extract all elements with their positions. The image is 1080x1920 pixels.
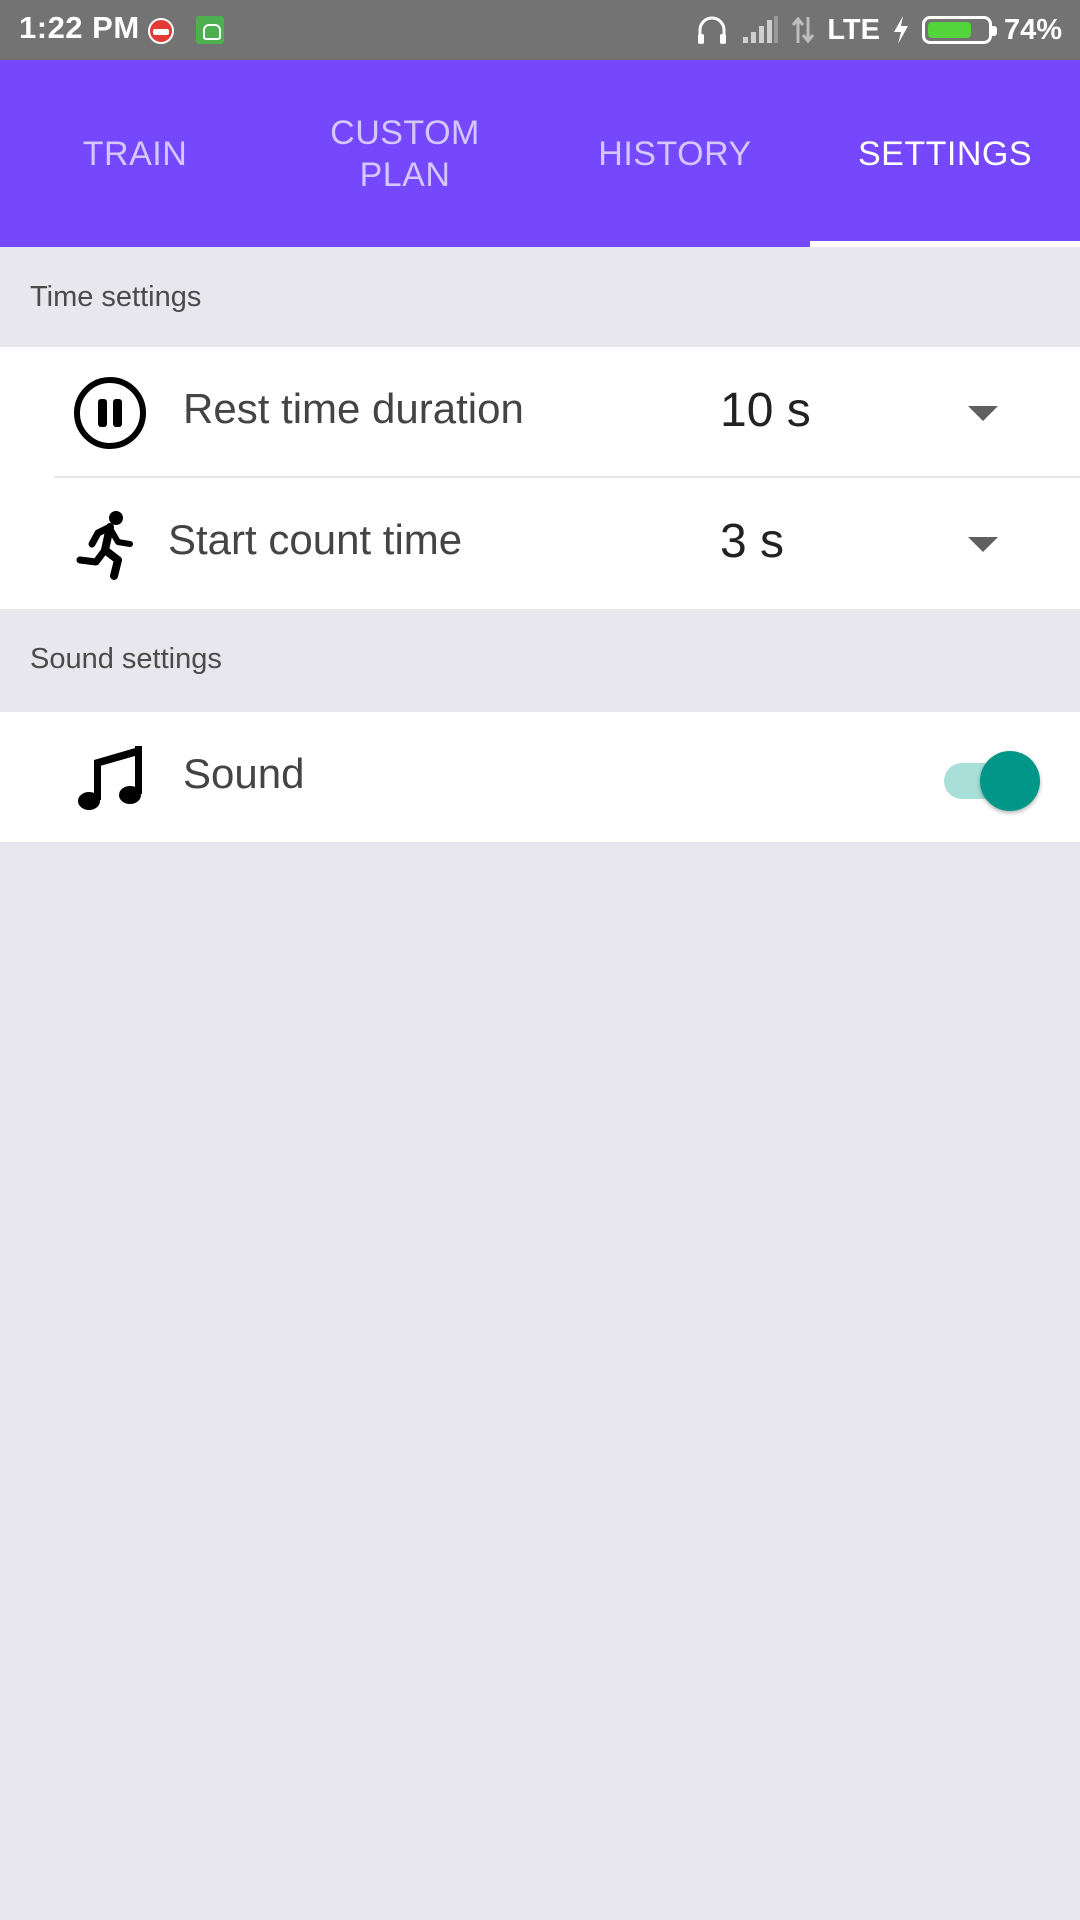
sound-toggle[interactable] xyxy=(942,748,1040,811)
data-arrows-icon xyxy=(792,16,815,44)
network-type: LTE xyxy=(827,13,880,46)
tab-custom-plan[interactable]: CUSTOM PLAN xyxy=(270,60,540,247)
time-settings-card: Rest time duration 10 s Start count time… xyxy=(0,347,1080,609)
section-title-sound: Sound settings xyxy=(30,642,222,675)
tab-bar: TRAIN CUSTOM PLAN HISTORY SETTINGS xyxy=(0,60,1080,247)
sound-settings-card: Sound xyxy=(0,712,1080,842)
headphones-icon xyxy=(698,16,727,44)
section-title-time: Time settings xyxy=(30,280,202,313)
pause-circle-icon xyxy=(74,377,146,449)
running-person-icon xyxy=(76,511,133,580)
sound-label: Sound xyxy=(183,750,305,797)
start-count-label: Start count time xyxy=(168,516,463,563)
section-header-time: Time settings xyxy=(0,247,1080,347)
tab-train[interactable]: TRAIN xyxy=(0,60,270,247)
status-time: 1:22 PM xyxy=(19,10,140,45)
battery-level xyxy=(927,22,971,38)
sound-row[interactable]: Sound xyxy=(0,712,1080,842)
battery-icon xyxy=(921,16,997,44)
battery-percent: 74% xyxy=(1003,13,1062,46)
music-note-icon xyxy=(78,746,142,810)
toggle-thumb xyxy=(980,751,1040,811)
rest-time-row[interactable]: Rest time duration 10 s xyxy=(0,347,1080,478)
record-notification-icon xyxy=(148,18,174,44)
status-indicators: LTE 74% xyxy=(695,8,1062,52)
signal-icon xyxy=(743,16,779,43)
tab-history[interactable]: HISTORY xyxy=(540,60,810,247)
start-count-value[interactable]: 3 s xyxy=(720,514,784,569)
tab-settings-label: SETTINGS xyxy=(857,134,1033,173)
tab-settings[interactable]: SETTINGS xyxy=(810,60,1080,247)
rest-time-value[interactable]: 10 s xyxy=(720,383,811,438)
charging-bolt-icon xyxy=(893,16,908,44)
status-bar: 1:22 PM LTE 74% xyxy=(0,0,1080,60)
android-notification-icon xyxy=(196,16,224,44)
section-header-sound: Sound settings xyxy=(0,609,1080,709)
tab-custom-plan-label: CUSTOM PLAN xyxy=(330,113,480,194)
tab-history-label: HISTORY xyxy=(598,134,752,173)
start-count-dropdown-arrow-icon[interactable] xyxy=(968,537,998,552)
start-count-row[interactable]: Start count time 3 s xyxy=(0,478,1080,609)
rest-time-label: Rest time duration xyxy=(183,385,524,432)
tab-train-label: TRAIN xyxy=(82,134,188,173)
rest-time-dropdown-arrow-icon[interactable] xyxy=(968,406,998,421)
